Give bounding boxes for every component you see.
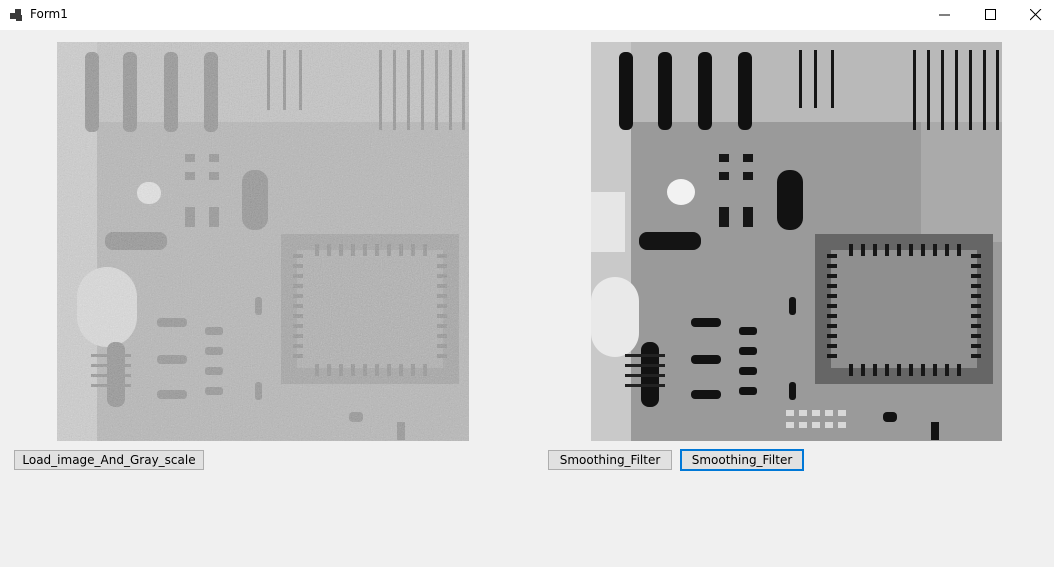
original-image-picturebox <box>57 42 469 441</box>
filtered-image <box>591 42 1002 441</box>
original-image <box>57 42 469 441</box>
window-title: Form1 <box>30 7 68 21</box>
maximize-icon <box>985 9 996 20</box>
close-icon <box>1030 9 1042 21</box>
title-bar: Form1 <box>0 0 1054 30</box>
filtered-image-picturebox <box>591 42 1002 441</box>
close-button[interactable] <box>1013 0 1054 30</box>
maximize-button[interactable] <box>968 0 1014 30</box>
load-image-button[interactable]: Load_image_And_Gray_scale <box>14 450 204 470</box>
smoothing-filter-button-2[interactable]: Smoothing_Filter <box>680 449 804 471</box>
minimize-button[interactable] <box>922 0 968 30</box>
form-app-icon <box>10 8 24 22</box>
minimize-icon <box>939 14 950 16</box>
smoothing-filter-button[interactable]: Smoothing_Filter <box>548 450 672 470</box>
